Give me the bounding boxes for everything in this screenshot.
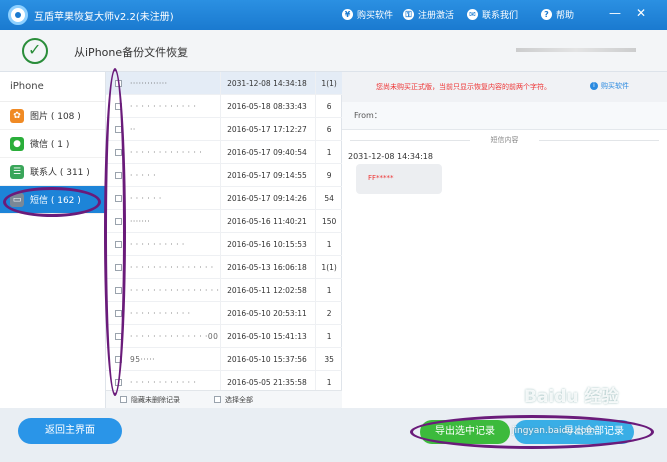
contacts-icon: ☰ (10, 164, 24, 179)
message-detail-pane: 您尚未购买正式版，当前只显示恢复内容的前两个字符。 i 购买软件 From： 短… (342, 72, 667, 408)
back-to-main-button[interactable]: 返回主界面 (18, 418, 122, 444)
trial-notice: 您尚未购买正式版，当前只显示恢复内容的前两个字符。 i 购买软件 (342, 72, 667, 102)
sidebar-item-sms[interactable]: ▭ 短信 ( 162 ) (0, 186, 105, 214)
register-activate-button[interactable]: ⚿ 注册激活 (403, 8, 454, 21)
blurred-device-info (516, 48, 636, 52)
table-row[interactable]: · · · · · · · · · · · · 2016-05-18 08:33… (106, 95, 342, 118)
table-row[interactable]: ············· 2031-12-08 14:34:18 1(1) (106, 72, 342, 95)
row-checkbox[interactable] (115, 355, 122, 363)
row-checkbox[interactable] (115, 309, 122, 317)
close-button[interactable]: ✕ (634, 6, 648, 20)
row-checkbox[interactable] (115, 171, 122, 179)
table-row[interactable]: · · · · · · · · · · 2016-05-16 10:15:53 … (106, 233, 342, 256)
app-title: 互盾苹果恢复大师v2.2(未注册) (34, 12, 174, 23)
select-all-label: 选择全部 (225, 395, 253, 404)
message-bubble: FF***** (356, 164, 442, 194)
row-checkbox[interactable] (115, 240, 122, 248)
list-footer: 隐藏未删除记录 选择全部 (106, 390, 342, 408)
table-row[interactable]: · · · · · · 2016-05-17 09:14:26 54 (106, 187, 342, 210)
trial-warning-text: 您尚未购买正式版，当前只显示恢复内容的前两个字符。 (376, 83, 551, 91)
table-row[interactable]: · · · · · · · · · · · · · ·00 2016-05-10… (106, 325, 342, 348)
sidebar-item-photos[interactable]: ✿ 图片 ( 108 ) (0, 102, 105, 130)
buy-software-link[interactable]: i 购买软件 (590, 81, 629, 91)
message-list: ············· 2031-12-08 14:34:18 1(1) ·… (106, 72, 342, 408)
table-row[interactable]: · · · · · · · · · · · 2016-05-10 20:53:1… (106, 302, 342, 325)
row-checkbox[interactable] (115, 286, 122, 294)
table-row[interactable]: ······· 2016-05-16 11:40:21 150 (106, 210, 342, 233)
help-button[interactable]: ? 帮助 (541, 8, 574, 21)
contact-icon: ✉ (467, 9, 478, 20)
app-logo-icon (8, 5, 28, 25)
table-row[interactable]: · · · · · · · · · · · · · · · 2016-05-13… (106, 256, 342, 279)
key-icon: ⚿ (403, 9, 414, 20)
table-row[interactable]: · · · · · · · · · · · · · 2016-05-17 09:… (106, 141, 342, 164)
sidebar-item-contacts[interactable]: ☰ 联系人 ( 311 ) (0, 158, 105, 186)
table-row[interactable]: · · · · · 2016-05-17 09:14:55 9 (106, 164, 342, 187)
from-field: From： (342, 102, 667, 130)
table-row[interactable]: · · · · · · · · · · · · · · · · 2016-05-… (106, 279, 342, 302)
photos-icon: ✿ (10, 108, 24, 123)
cart-icon: ¥ (342, 9, 353, 20)
select-all-checkbox[interactable] (214, 396, 221, 403)
header: 从iPhone备份文件恢复 (0, 30, 667, 72)
info-icon: i (590, 82, 598, 90)
hide-undeleted-label: 隐藏未删除记录 (131, 395, 180, 404)
title-bar: 互盾苹果恢复大师v2.2(未注册) ¥ 购买软件 ⚿ 注册激活 ✉ 联系我们 ?… (0, 0, 667, 30)
wechat-icon: ● (10, 136, 24, 151)
row-checkbox[interactable] (115, 148, 122, 156)
row-checkbox[interactable] (115, 332, 122, 340)
buy-software-button[interactable]: ¥ 购买软件 (342, 8, 393, 21)
message-date: 2031-12-08 14:34:18 (348, 152, 433, 161)
section-title: 短信内容 (342, 132, 667, 148)
sidebar-item-wechat[interactable]: ● 微信 ( 1 ) (0, 130, 105, 158)
table-row[interactable]: ·· 2016-05-17 17:12:27 6 (106, 118, 342, 141)
hide-undeleted-checkbox[interactable] (120, 396, 127, 403)
export-selected-button[interactable]: 导出选中记录 (420, 420, 510, 444)
device-heading: iPhone (0, 72, 105, 102)
minimize-button[interactable]: — (608, 6, 622, 20)
baidu-watermark: Baidu 经验 (524, 387, 619, 407)
baidu-watermark-url: jingyan.baidu.com (512, 426, 596, 436)
row-checkbox[interactable] (115, 194, 122, 202)
help-icon: ? (541, 9, 552, 20)
sms-icon: ▭ (10, 192, 24, 207)
row-checkbox[interactable] (115, 217, 122, 225)
row-checkbox[interactable] (115, 79, 122, 87)
row-checkbox[interactable] (115, 263, 122, 271)
checkmark-logo-icon (22, 38, 48, 64)
table-row[interactable]: 95····· 2016-05-10 15:37:56 35 (106, 348, 342, 371)
contact-us-button[interactable]: ✉ 联系我们 (467, 8, 518, 21)
row-checkbox[interactable] (115, 102, 122, 110)
row-checkbox[interactable] (115, 378, 122, 386)
category-sidebar: iPhone ✿ 图片 ( 108 ) ● 微信 ( 1 ) ☰ 联系人 ( 3… (0, 72, 106, 408)
page-title: 从iPhone备份文件恢复 (74, 46, 189, 59)
row-checkbox[interactable] (115, 125, 122, 133)
